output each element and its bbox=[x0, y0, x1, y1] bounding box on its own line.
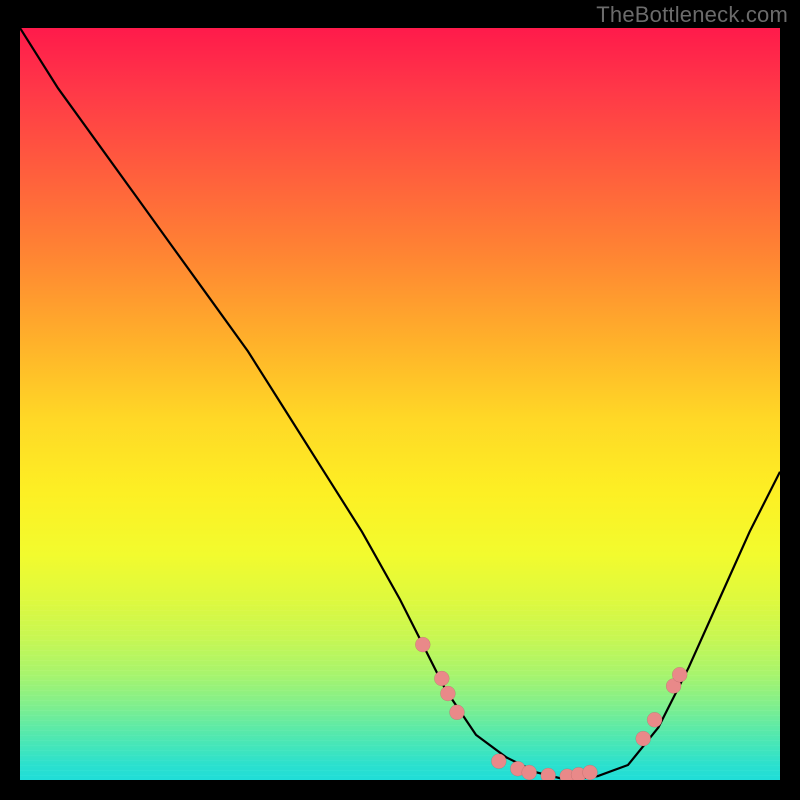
curve-marker bbox=[583, 765, 598, 780]
curve-marker bbox=[434, 671, 449, 686]
bottleneck-chart bbox=[20, 28, 780, 780]
curve-markers bbox=[415, 637, 687, 780]
plot-area bbox=[20, 28, 780, 780]
curve-marker bbox=[415, 637, 430, 652]
curve-marker bbox=[541, 768, 556, 780]
curve-marker bbox=[522, 765, 537, 780]
curve-marker bbox=[672, 667, 687, 682]
curve-marker bbox=[647, 712, 662, 727]
stage: TheBottleneck.com bbox=[0, 0, 800, 800]
curve-marker bbox=[450, 705, 465, 720]
watermark-text: TheBottleneck.com bbox=[596, 2, 788, 28]
curve-marker bbox=[440, 686, 455, 701]
curve-marker bbox=[491, 754, 506, 769]
bottleneck-curve bbox=[20, 28, 780, 780]
curve-marker bbox=[636, 731, 651, 746]
